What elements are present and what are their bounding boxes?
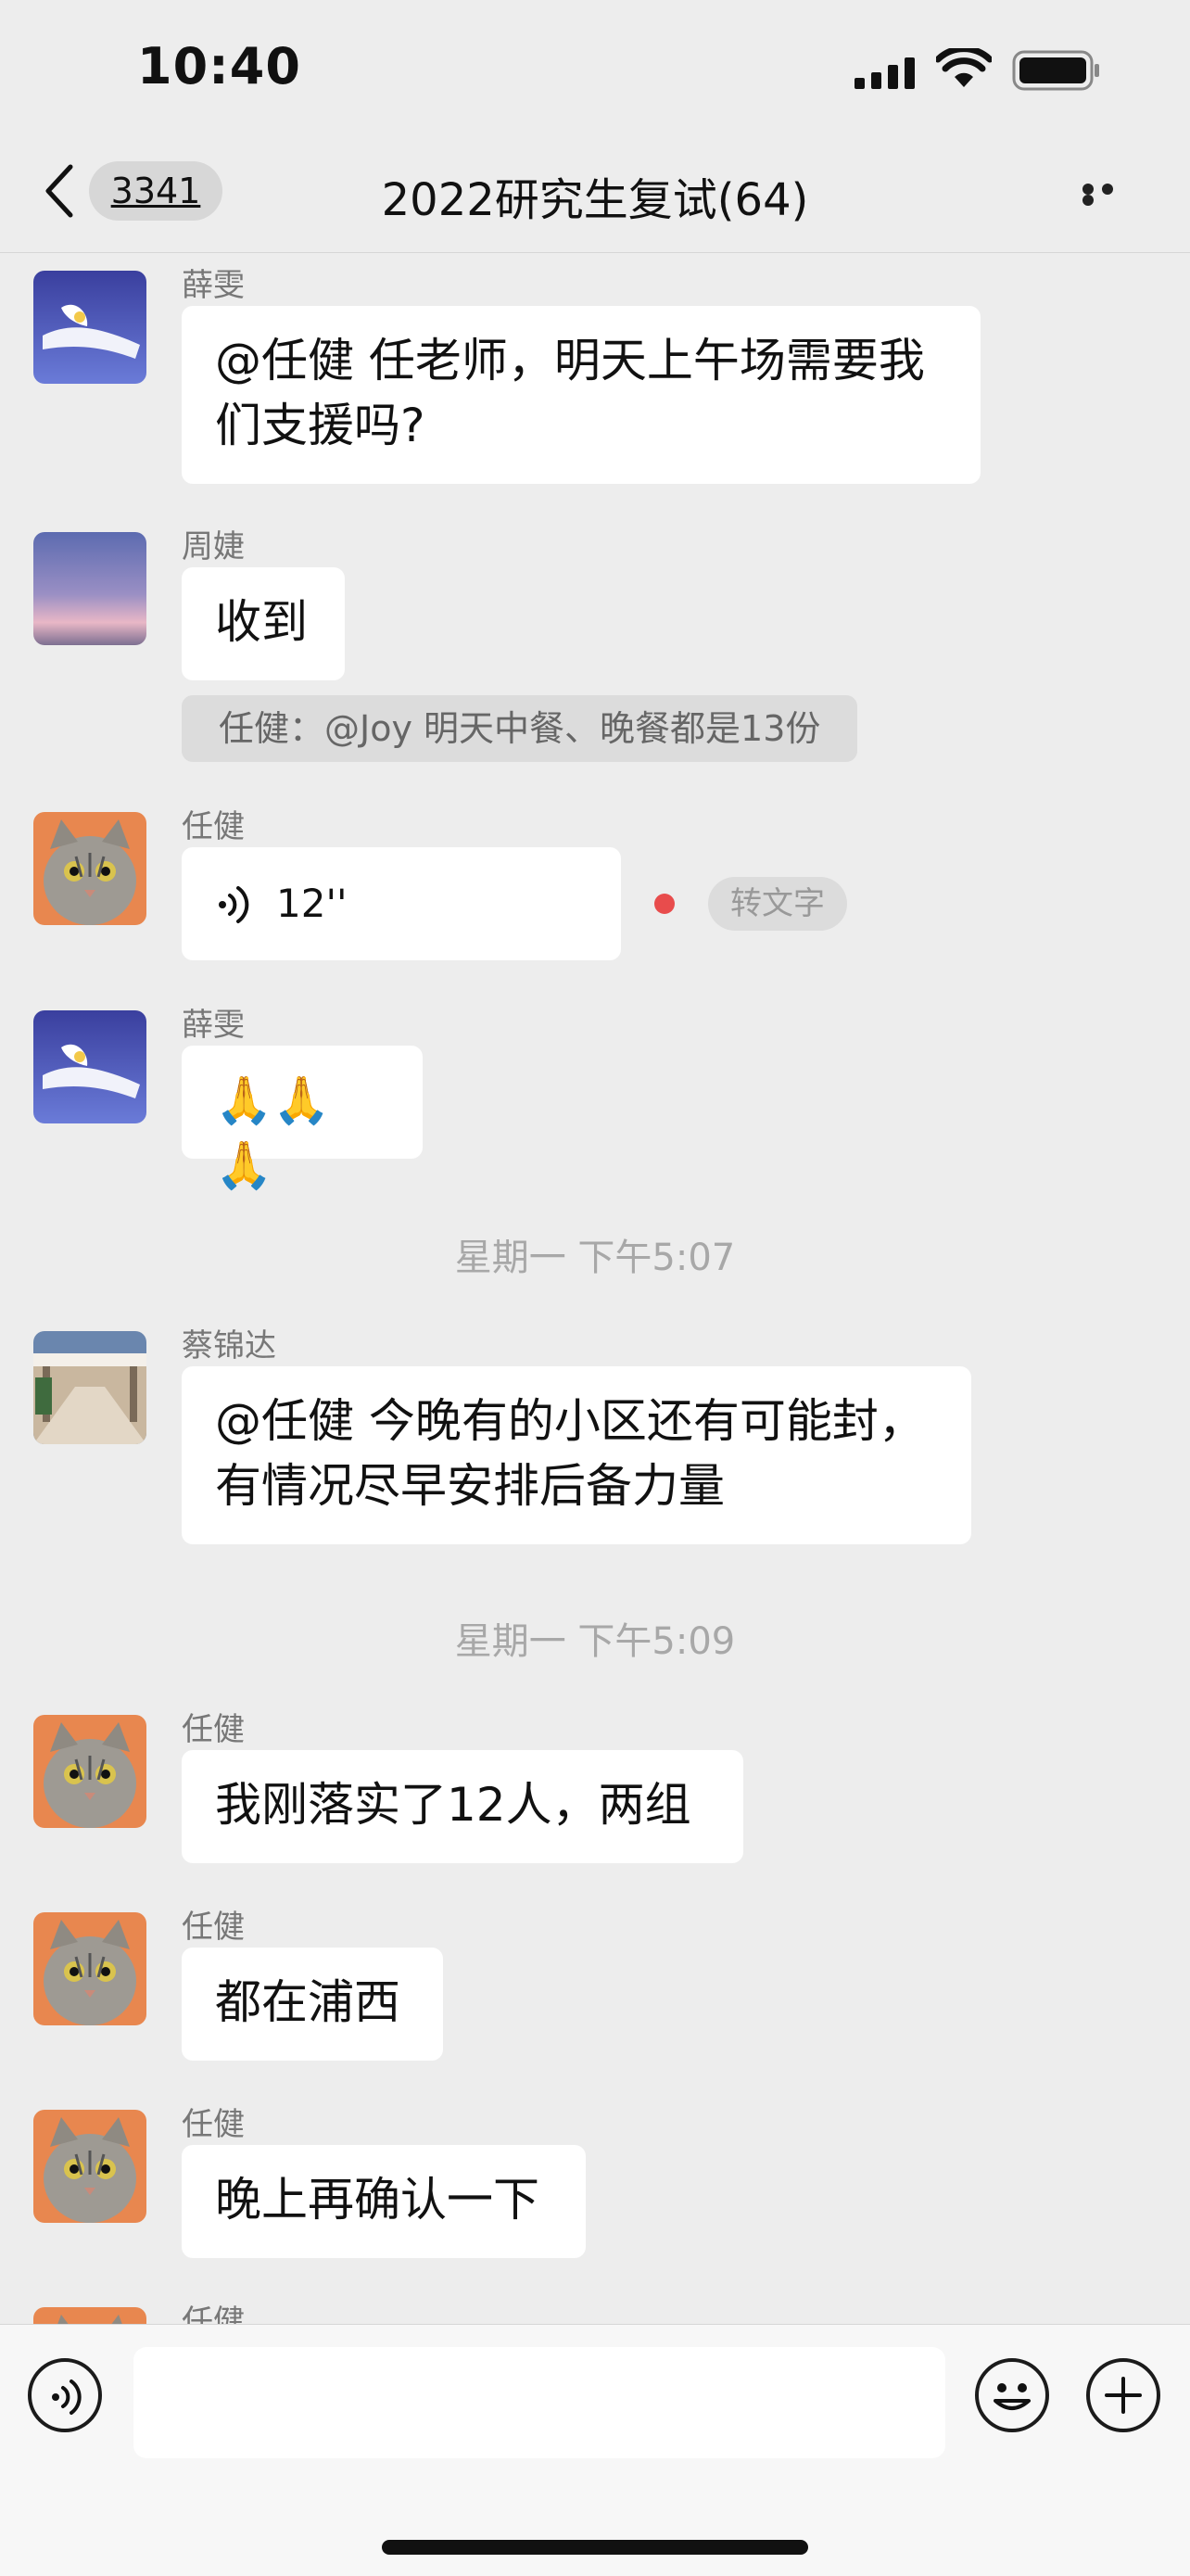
quoted-reply[interactable]: 任健：@Joy 明天中餐、晚餐都是13份 — [182, 695, 858, 762]
status-bar: 10:40 — [0, 0, 1190, 139]
sender-name: 任健 — [182, 2106, 245, 2143]
message-list[interactable]: 薛雯 @任健 任老师，明天上午场需要我 们支援吗? 周婕 收到 任健：@Joy … — [0, 252, 1190, 2324]
cellular-signal-icon — [855, 57, 915, 89]
avatar[interactable] — [33, 1912, 146, 2025]
home-indicator — [382, 2540, 808, 2555]
avatar[interactable] — [33, 271, 146, 384]
message-bubble[interactable]: 晚上再确认一下 — [182, 2145, 586, 2258]
emoji-icon[interactable] — [975, 2358, 1049, 2432]
avatar[interactable] — [33, 2307, 146, 2324]
voice-message-bubble[interactable]: 12'' — [182, 847, 621, 960]
message-bubble[interactable]: 收到 — [182, 567, 345, 680]
unread-count-badge[interactable]: 3341 — [89, 161, 222, 221]
transcribe-button[interactable]: 转文字 — [708, 877, 847, 931]
unread-voice-dot — [654, 894, 675, 914]
battery-icon — [1012, 50, 1099, 91]
message-bubble[interactable]: @任健 今晚有的小区还有可能封， 有情况尽早安排后备力量 — [182, 1366, 971, 1544]
chat-header: 3341 2022研究生复试(64) — [0, 139, 1190, 253]
voice-input-button[interactable] — [28, 2358, 102, 2432]
voice-wave-icon — [52, 2379, 82, 2415]
timestamp-divider: 星期一 下午5:09 — [454, 1620, 736, 1663]
sender-name: 任健 — [182, 1711, 245, 1748]
message-bubble[interactable]: 🙏🙏🙏 — [182, 1046, 423, 1192]
sender-name: 周婕 — [182, 528, 245, 565]
voice-duration: 12'' — [276, 881, 348, 926]
sender-name: 薛雯 — [182, 267, 245, 304]
avatar[interactable] — [33, 1331, 146, 1444]
sender-name: 任健 — [182, 1909, 245, 1946]
sender-name: 任健 — [182, 808, 245, 845]
avatar[interactable] — [33, 812, 146, 925]
message-bubble[interactable]: 都在浦西 — [182, 1948, 443, 2061]
voice-wave-icon — [219, 886, 249, 923]
message-bubble[interactable]: 我刚落实了12人，两组 — [182, 1750, 743, 1863]
wifi-icon — [936, 48, 992, 87]
input-toolbar — [0, 2324, 1190, 2576]
more-dots-icon[interactable] — [1082, 184, 1138, 206]
chevron-left-icon[interactable] — [41, 161, 78, 221]
avatar[interactable] — [33, 1010, 146, 1123]
status-time: 10:40 — [137, 37, 301, 95]
plus-circle-icon[interactable] — [1086, 2358, 1160, 2432]
avatar[interactable] — [33, 1715, 146, 1828]
avatar[interactable] — [33, 2110, 146, 2223]
avatar[interactable] — [33, 532, 146, 645]
sender-name: 蔡锦达 — [182, 1327, 276, 1364]
sender-name: 薛雯 — [182, 1007, 245, 1044]
message-bubble[interactable]: @任健 任老师，明天上午场需要我 们支援吗? — [182, 306, 981, 484]
chat-title: 2022研究生复试(64) — [381, 174, 809, 226]
sender-name: 任健 — [182, 2303, 245, 2324]
timestamp-divider: 星期一 下午5:07 — [454, 1237, 736, 1279]
message-input[interactable] — [133, 2347, 945, 2458]
